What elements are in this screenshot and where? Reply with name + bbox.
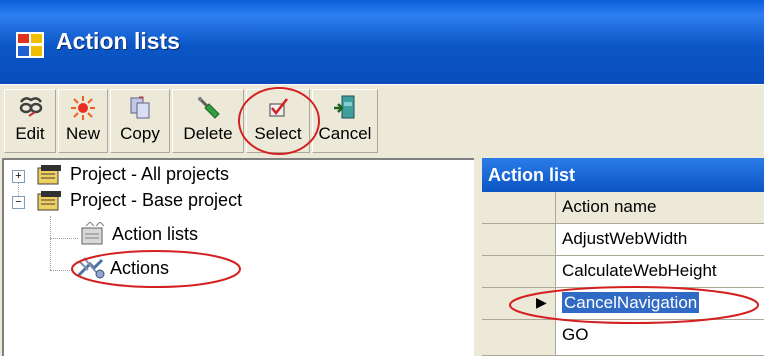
copy-button[interactable]: Copy [110,89,170,153]
project-icon [37,165,61,185]
action-lists-icon [81,222,105,245]
new-icon [71,96,95,120]
actions-icon [76,257,105,279]
new-button-label: New [65,124,100,143]
toolbar: Edit New Copy Delete Select Cancel [0,84,764,157]
tree-item-label: Actions [110,258,170,278]
copy-icon [130,96,150,119]
tree-line [50,270,74,271]
cancel-button[interactable]: Cancel [312,89,378,153]
grid-caption: Action list [482,158,764,192]
window-title: Action lists [56,28,180,54]
row-header-current[interactable]: ▶ [482,288,556,320]
new-button[interactable]: New [58,89,108,153]
expand-icon[interactable]: + [12,170,25,183]
edit-button[interactable]: Edit [4,89,56,153]
row-header[interactable] [482,224,556,256]
current-row-indicator-icon: ▶ [536,294,547,310]
delete-icon [197,96,220,119]
row-header[interactable] [482,320,556,356]
action-list-grid: Action list Action name AdjustWebWidth C… [482,158,764,356]
title-bar: Action lists [0,0,764,84]
app-icon [16,32,44,58]
copy-button-label: Copy [120,124,160,143]
collapse-icon[interactable]: − [12,196,25,209]
delete-button[interactable]: Delete [172,89,244,153]
select-button-label: Select [254,124,302,143]
row-header[interactable] [482,256,556,288]
edit-icon [19,97,43,117]
select-icon [269,98,288,117]
delete-button-label: Delete [183,124,233,143]
project-tree: + Project - All projects − Project - Bas… [2,158,474,356]
table-cell[interactable]: GO [556,320,764,356]
project-icon [37,191,61,211]
row-header-corner [482,192,556,224]
tree-line [50,216,51,270]
tree-line [50,238,78,239]
tree-item-label: Action lists [112,224,199,244]
cancel-icon [334,95,355,119]
table-cell[interactable]: AdjustWebWidth [556,224,764,256]
edit-button-label: Edit [15,124,45,143]
cancel-button-label: Cancel [318,124,372,143]
select-button[interactable]: Select [246,89,310,153]
selected-cell-text: CancelNavigation [562,292,700,313]
tree-item-label: Project - Base project [70,190,243,210]
table-cell-selected[interactable]: CancelNavigation [556,288,764,320]
table-cell[interactable]: CalculateWebHeight [556,256,764,288]
tree-item-label: Project - All projects [70,164,230,184]
column-header-action-name[interactable]: Action name [556,192,764,224]
